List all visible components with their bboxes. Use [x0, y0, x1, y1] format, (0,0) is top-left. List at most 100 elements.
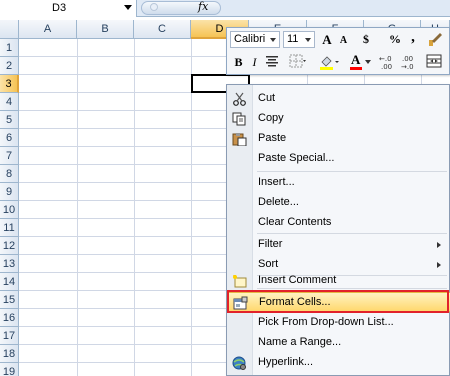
increase-decimal-button[interactable]: ←.0.00 [379, 54, 397, 71]
merge-center-button[interactable] [425, 54, 443, 71]
svg-text:→.0: →.0 [401, 63, 414, 70]
format-cells-callout [227, 290, 449, 313]
menu-item-label: Paste [258, 132, 287, 144]
shrink-font-icon: A [339, 35, 348, 46]
shrink-font-button[interactable]: A [337, 32, 350, 49]
row-header-19[interactable]: 19 [0, 363, 19, 376]
menu-item-label: Insert Comment [258, 274, 337, 286]
row-header-15[interactable]: 15 [0, 291, 19, 309]
menu-item-clear-contents[interactable]: Clear Contents [227, 213, 450, 233]
row-header-1[interactable]: 1 [0, 39, 19, 57]
row-header-3[interactable]: 3 [0, 75, 19, 93]
row-header-2[interactable]: 2 [0, 57, 19, 75]
chevron-down-icon [365, 60, 371, 64]
comma-style-button[interactable]: , [408, 29, 418, 46]
bold-button[interactable]: B [232, 54, 245, 71]
column-header-c[interactable]: C [134, 20, 191, 39]
font-color-swatch [350, 67, 362, 70]
menu-item-label: Name a Range... [258, 336, 342, 348]
center-align-button[interactable] [264, 54, 280, 71]
center-align-icon [266, 56, 278, 67]
copy-icon [232, 112, 246, 126]
menu-separator [257, 288, 447, 289]
font-color-button[interactable]: A [348, 52, 372, 70]
row-header-9[interactable]: 9 [0, 183, 19, 201]
row-header-6[interactable]: 6 [0, 129, 19, 147]
menu-item-delete[interactable]: Delete... [227, 193, 450, 213]
row-header-4[interactable]: 4 [0, 93, 19, 111]
currency-button[interactable]: $ [359, 31, 373, 48]
row-header-7[interactable]: 7 [0, 147, 19, 165]
row-header-8[interactable]: 8 [0, 165, 19, 183]
row-header-17[interactable]: 17 [0, 327, 19, 345]
insert-function-icon[interactable]: fx [198, 0, 208, 13]
row-header-13[interactable]: 13 [0, 255, 19, 273]
format-painter-icon [429, 33, 442, 46]
font-name-select[interactable]: Calibri [230, 31, 280, 48]
menu-item-insert[interactable]: Insert... [227, 173, 450, 193]
menu-item-copy[interactable]: Copy [227, 109, 450, 129]
menu-item-label: Clear Contents [258, 216, 332, 228]
svg-text:.00: .00 [381, 63, 392, 70]
row-header-12[interactable]: 12 [0, 237, 19, 255]
menu-item-label: Filter [258, 238, 283, 250]
hyperlink-icon [232, 356, 246, 370]
chevron-down-icon [270, 38, 276, 42]
expand-dots-icon[interactable] [150, 3, 158, 11]
insert-comment-icon [233, 275, 247, 288]
menu-separator [257, 171, 447, 172]
context-menu: Cut Copy Paste Paste Special... Insert..… [226, 84, 450, 376]
menu-separator [257, 233, 447, 234]
fill-color-icon [320, 56, 339, 70]
font-name-value: Calibri [234, 33, 266, 45]
menu-item-filter[interactable]: Filter [227, 235, 450, 255]
menu-item-cut[interactable]: Cut [227, 89, 450, 109]
column-header-b[interactable]: B [77, 20, 134, 39]
currency-icon: $ [363, 32, 369, 46]
chevron-down-icon[interactable] [124, 5, 132, 10]
row-header-11[interactable]: 11 [0, 219, 19, 237]
row-header-14[interactable]: 14 [0, 273, 19, 291]
percent-icon: % [389, 32, 401, 46]
mini-toolbar: Calibri 11 A A $ % , B I A ←.0.00 .00 →.0 [226, 27, 450, 75]
menu-item-name-a-range[interactable]: Name a Range... [227, 333, 450, 353]
borders-icon [289, 54, 306, 68]
select-all-corner[interactable] [0, 20, 19, 39]
menu-item-label: Paste Special... [258, 152, 335, 164]
grow-font-icon: A [322, 32, 332, 47]
formula-bar: D3 fx [0, 0, 450, 17]
italic-icon: I [252, 55, 257, 69]
chevron-right-icon [437, 262, 441, 268]
paste-icon [232, 133, 247, 146]
name-box-value: D3 [52, 2, 67, 14]
chevron-right-icon [437, 242, 441, 248]
grow-font-button[interactable]: A [320, 31, 334, 48]
menu-item-label: Pick From Drop-down List... [258, 316, 394, 328]
row-header-18[interactable]: 18 [0, 345, 19, 363]
column-header-a[interactable]: A [19, 20, 77, 39]
row-header-10[interactable]: 10 [0, 201, 19, 219]
menu-item-pick-from-list[interactable]: Pick From Drop-down List... [227, 313, 450, 333]
borders-button[interactable] [288, 54, 308, 71]
percent-button[interactable]: % [387, 31, 403, 48]
decrease-decimal-icon: .00→.0 [401, 55, 414, 71]
row-header-5[interactable]: 5 [0, 111, 19, 129]
name-box[interactable]: D3 [0, 0, 137, 17]
format-painter-button[interactable] [426, 31, 444, 48]
increase-decimal-icon: ←.0.00 [379, 55, 392, 71]
menu-item-paste[interactable]: Paste [227, 129, 450, 149]
font-size-value: 11 [287, 33, 299, 45]
comma-icon: , [411, 29, 415, 45]
fill-color-button[interactable] [318, 54, 340, 71]
decrease-decimal-button[interactable]: .00 →.0 [401, 54, 419, 71]
row-header-16[interactable]: 16 [0, 309, 19, 327]
italic-button[interactable]: I [249, 54, 260, 71]
menu-item-hyperlink[interactable]: Hyperlink... [227, 353, 450, 373]
menu-item-label: Hyperlink... [258, 356, 314, 368]
menu-item-label: Sort [258, 258, 279, 270]
svg-text:←.0: ←.0 [379, 55, 392, 63]
merge-center-icon [426, 54, 442, 68]
menu-item-paste-special[interactable]: Paste Special... [227, 149, 450, 169]
menu-item-label: Delete... [258, 196, 299, 208]
font-size-select[interactable]: 11 [283, 31, 315, 48]
